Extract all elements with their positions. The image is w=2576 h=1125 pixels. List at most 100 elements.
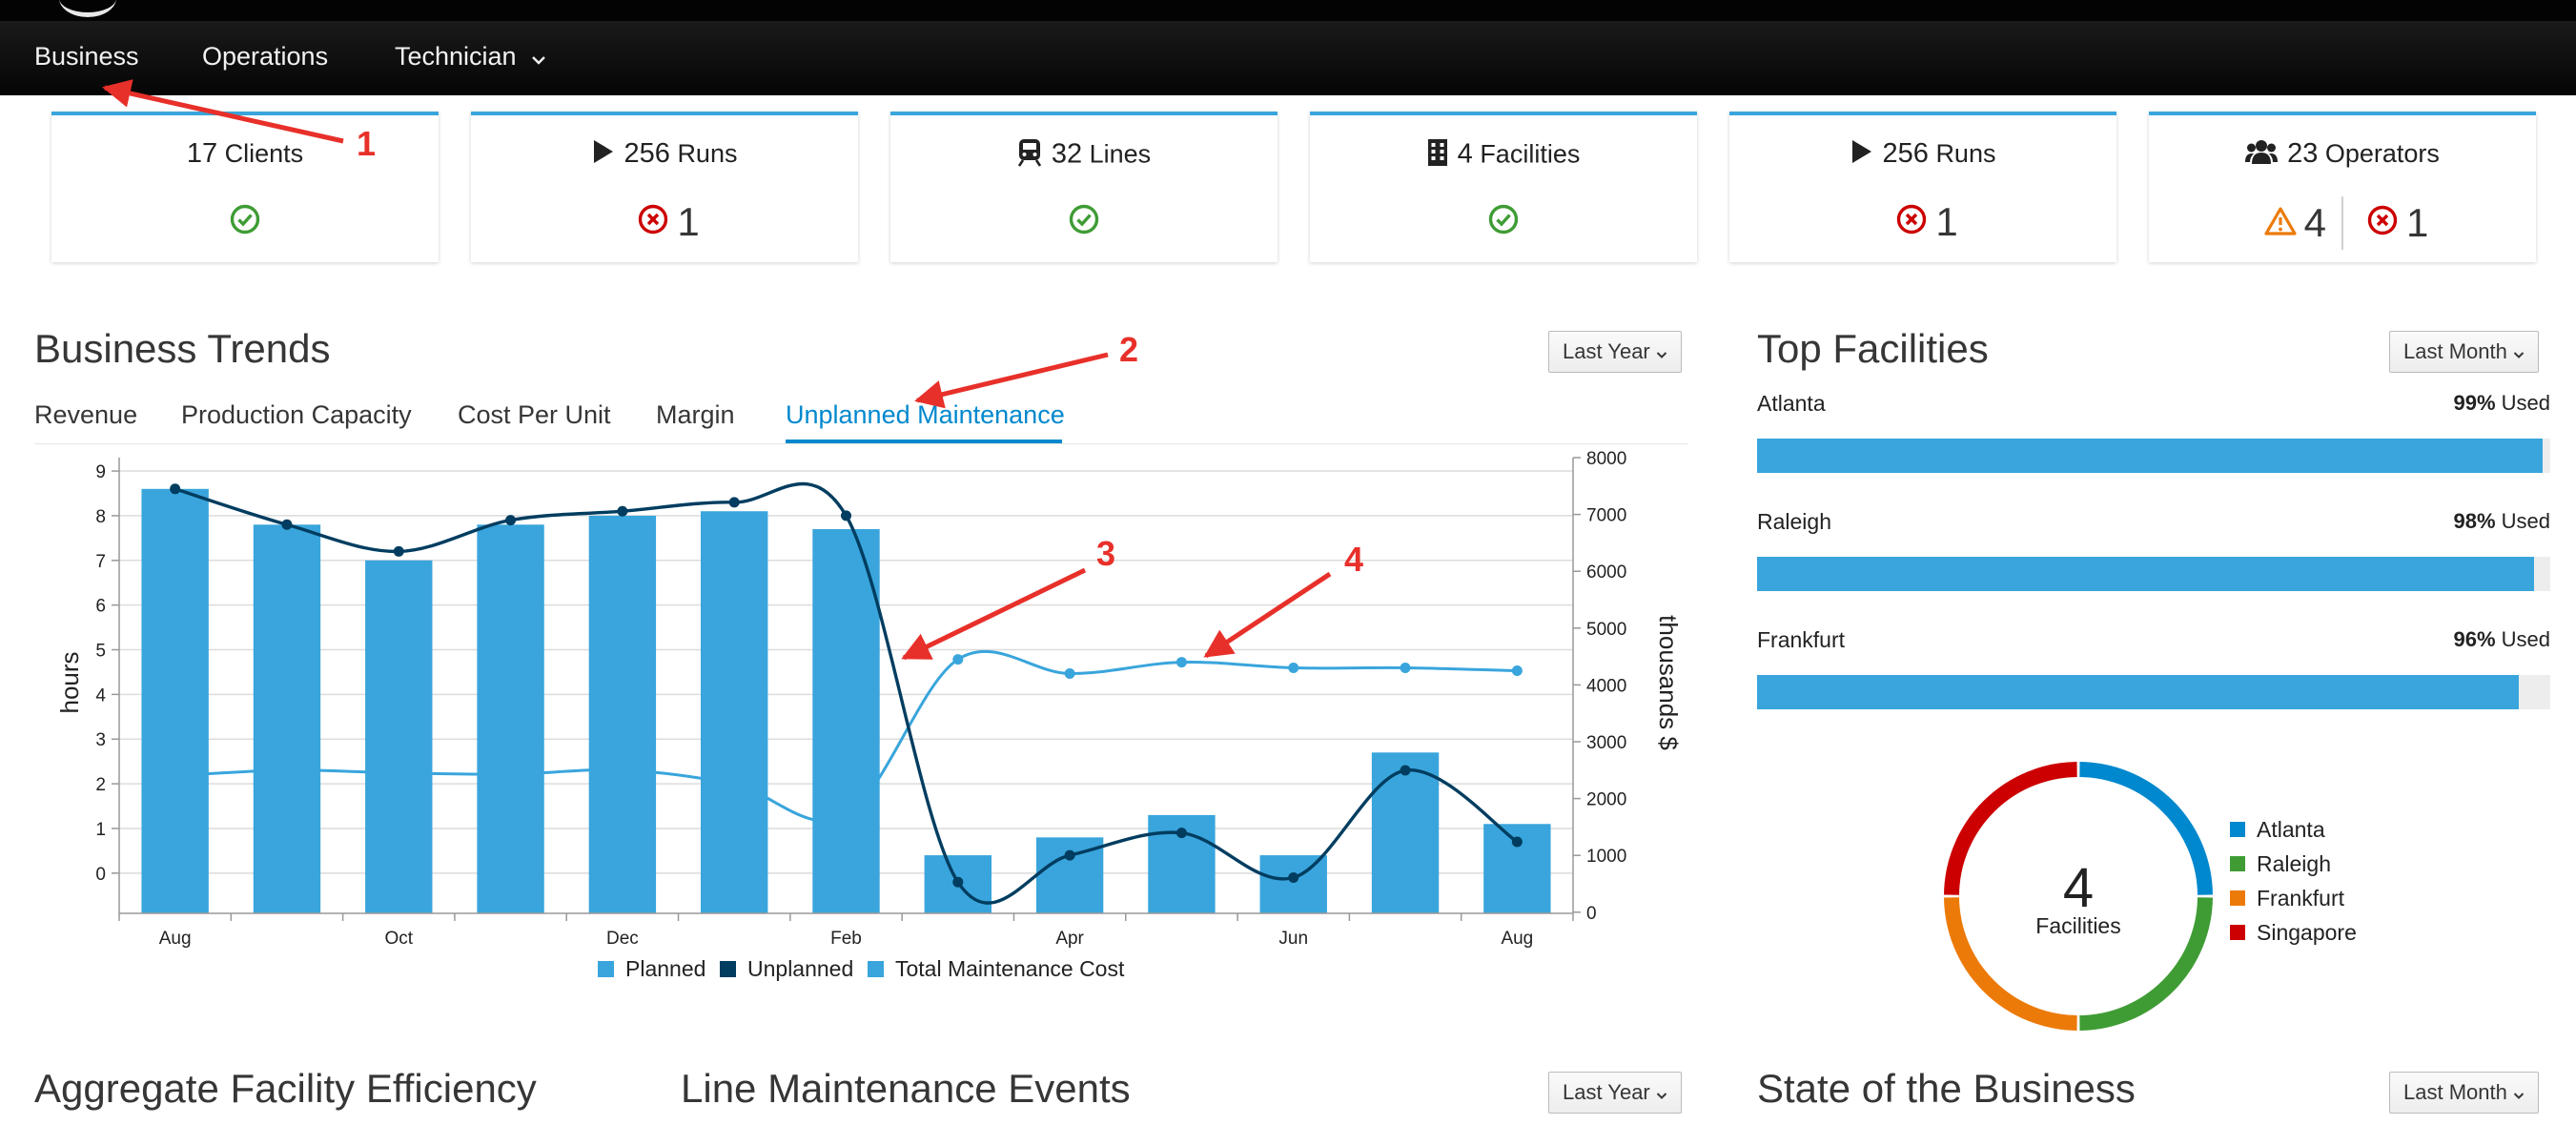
y-tick-label-right: 1000	[1586, 847, 1626, 867]
card-label: Clients	[224, 139, 304, 168]
card-operators[interactable]: 23 Operators 4 1	[2149, 112, 2536, 262]
point-unplanned	[393, 545, 404, 557]
x-tick-label: Aug	[1501, 929, 1533, 949]
chart-legend: Planned Unplanned Total Maintenance Cost	[598, 956, 1125, 981]
point-unplanned	[170, 483, 181, 495]
facilities-range-label: Last Month	[2403, 339, 2507, 363]
card-runs[interactable]: 256 Runs 1	[471, 112, 858, 262]
legend-swatch-total-cost	[868, 961, 884, 977]
card-label: Lines	[1089, 139, 1152, 169]
chevron-down-icon	[1656, 340, 1667, 365]
y-tick-label-right: 4000	[1586, 676, 1626, 696]
card-count: 4	[1457, 138, 1473, 170]
y-tick-label-left: 3	[95, 730, 106, 750]
y-tick-label-left: 4	[95, 685, 106, 706]
y-tick-label-left: 8	[95, 507, 106, 527]
donut-legend-singapore: Singapore	[2230, 920, 2357, 946]
ok-status-icon	[1487, 199, 1520, 245]
logo	[59, 0, 116, 17]
line-maintenance-events-title: Line Maintenance Events	[681, 1066, 1131, 1111]
ok-status-icon	[229, 199, 261, 245]
card-count: 17	[186, 138, 218, 169]
facility-pct: 98%	[2453, 509, 2496, 533]
point-unplanned	[281, 519, 293, 530]
point-total-maintenance-cost	[1064, 667, 1075, 679]
bar-planned	[812, 528, 880, 913]
error-status-icon	[637, 199, 669, 245]
planned-bars	[141, 488, 1551, 913]
train-icon	[1017, 138, 1042, 174]
error-count: 1	[677, 198, 700, 244]
tab-unplanned-maintenance[interactable]: Unplanned Maintenance	[786, 400, 1065, 430]
y-tick-label-left: 6	[95, 597, 106, 617]
y-tick-label-left: 0	[95, 865, 106, 885]
legend-label-unplanned: Unplanned	[747, 956, 853, 981]
tab-production-capacity[interactable]: Production Capacity	[181, 400, 412, 430]
point-unplanned	[617, 505, 628, 517]
nav-item-operations[interactable]: Operations	[202, 42, 328, 72]
bar-planned	[477, 524, 544, 913]
nav-item-technician[interactable]: Technician	[395, 42, 546, 72]
legend-label: Singapore	[2257, 920, 2357, 945]
donut-legend-atlanta: Atlanta	[2230, 817, 2325, 843]
card-label: Facilities	[1480, 139, 1581, 169]
legend-label: Atlanta	[2257, 817, 2325, 842]
state-range-dropdown[interactable]: Last Month	[2389, 1072, 2539, 1114]
legend-label-planned: Planned	[625, 956, 705, 981]
point-unplanned	[505, 515, 517, 526]
bar-planned	[701, 511, 768, 913]
donut-legend-frankfurt: Frankfurt	[2230, 886, 2344, 911]
bar-planned	[1371, 752, 1440, 913]
error-count: 1	[2406, 200, 2429, 245]
x-tick-label: Apr	[1055, 929, 1084, 949]
point-total-maintenance-cost	[1288, 663, 1299, 674]
top-navbar: Business Operations Technician	[0, 21, 2576, 95]
legend-swatch	[2230, 855, 2245, 871]
point-unplanned	[1400, 765, 1411, 776]
card-label: Operators	[2324, 139, 2440, 168]
facility-pct: 99%	[2453, 391, 2496, 415]
unplanned-maintenance-chart: 0 1 2 3 4 5 6 7 8 9 0 1000 2000 3000 4000 5000 6000 7000 8…	[55, 449, 1683, 981]
point-unplanned	[841, 510, 851, 522]
card-count: 256	[1882, 138, 1929, 169]
trends-range-dropdown[interactable]: Last Year	[1548, 331, 1682, 373]
card-clients[interactable]: 17 Clients	[51, 112, 439, 262]
users-icon	[2245, 138, 2279, 172]
facility-used-frankfurt: 96% Used	[2453, 627, 2550, 652]
facilities-range-dropdown[interactable]: Last Month	[2389, 331, 2539, 373]
error-count: 1	[1935, 198, 1958, 244]
nav-item-business[interactable]: Business	[34, 42, 139, 72]
events-range-label: Last Year	[1563, 1080, 1650, 1104]
y-tick-label-right: 8000	[1586, 449, 1626, 469]
y-tick-label-right: 0	[1586, 904, 1597, 924]
y-tick-label-right: 7000	[1586, 506, 1626, 526]
y-axis-label-left: hours	[55, 651, 84, 713]
donut-legend-raleigh: Raleigh	[2230, 851, 2331, 877]
facility-bar-fill	[1757, 557, 2535, 591]
facility-bar-fill	[1757, 439, 2543, 473]
card-facilities[interactable]: 4 Facilities	[1310, 112, 1697, 262]
chevron-down-icon	[2513, 1081, 2525, 1106]
annotation-1: 1	[357, 124, 377, 163]
point-total-maintenance-cost	[1176, 657, 1187, 668]
card-count: 32	[1051, 138, 1083, 170]
error-status-icon	[1895, 199, 1928, 245]
error-status-icon	[2366, 200, 2399, 246]
tab-margin[interactable]: Margin	[656, 400, 735, 430]
masthead	[0, 0, 2576, 21]
events-range-dropdown[interactable]: Last Year	[1548, 1072, 1682, 1114]
legend-label: Raleigh	[2257, 851, 2331, 876]
legend-swatch	[2230, 821, 2245, 837]
facility-used-suffix: Used	[2501, 509, 2550, 533]
card-runs-2[interactable]: 256 Runs 1	[1729, 112, 2116, 262]
tab-revenue[interactable]: Revenue	[34, 400, 137, 430]
y-tick-label-right: 2000	[1586, 790, 1626, 810]
trends-range-label: Last Year	[1563, 339, 1650, 363]
tab-cost-per-unit[interactable]: Cost Per Unit	[458, 400, 611, 430]
play-icon	[1850, 139, 1873, 171]
x-tick-label: Dec	[606, 929, 639, 949]
facility-used-atlanta: 99% Used	[2453, 391, 2550, 416]
y-tick-label-left: 1	[95, 820, 106, 840]
y-axis-label-right: thousands $	[1654, 615, 1683, 750]
card-lines[interactable]: 32 Lines	[890, 112, 1278, 262]
